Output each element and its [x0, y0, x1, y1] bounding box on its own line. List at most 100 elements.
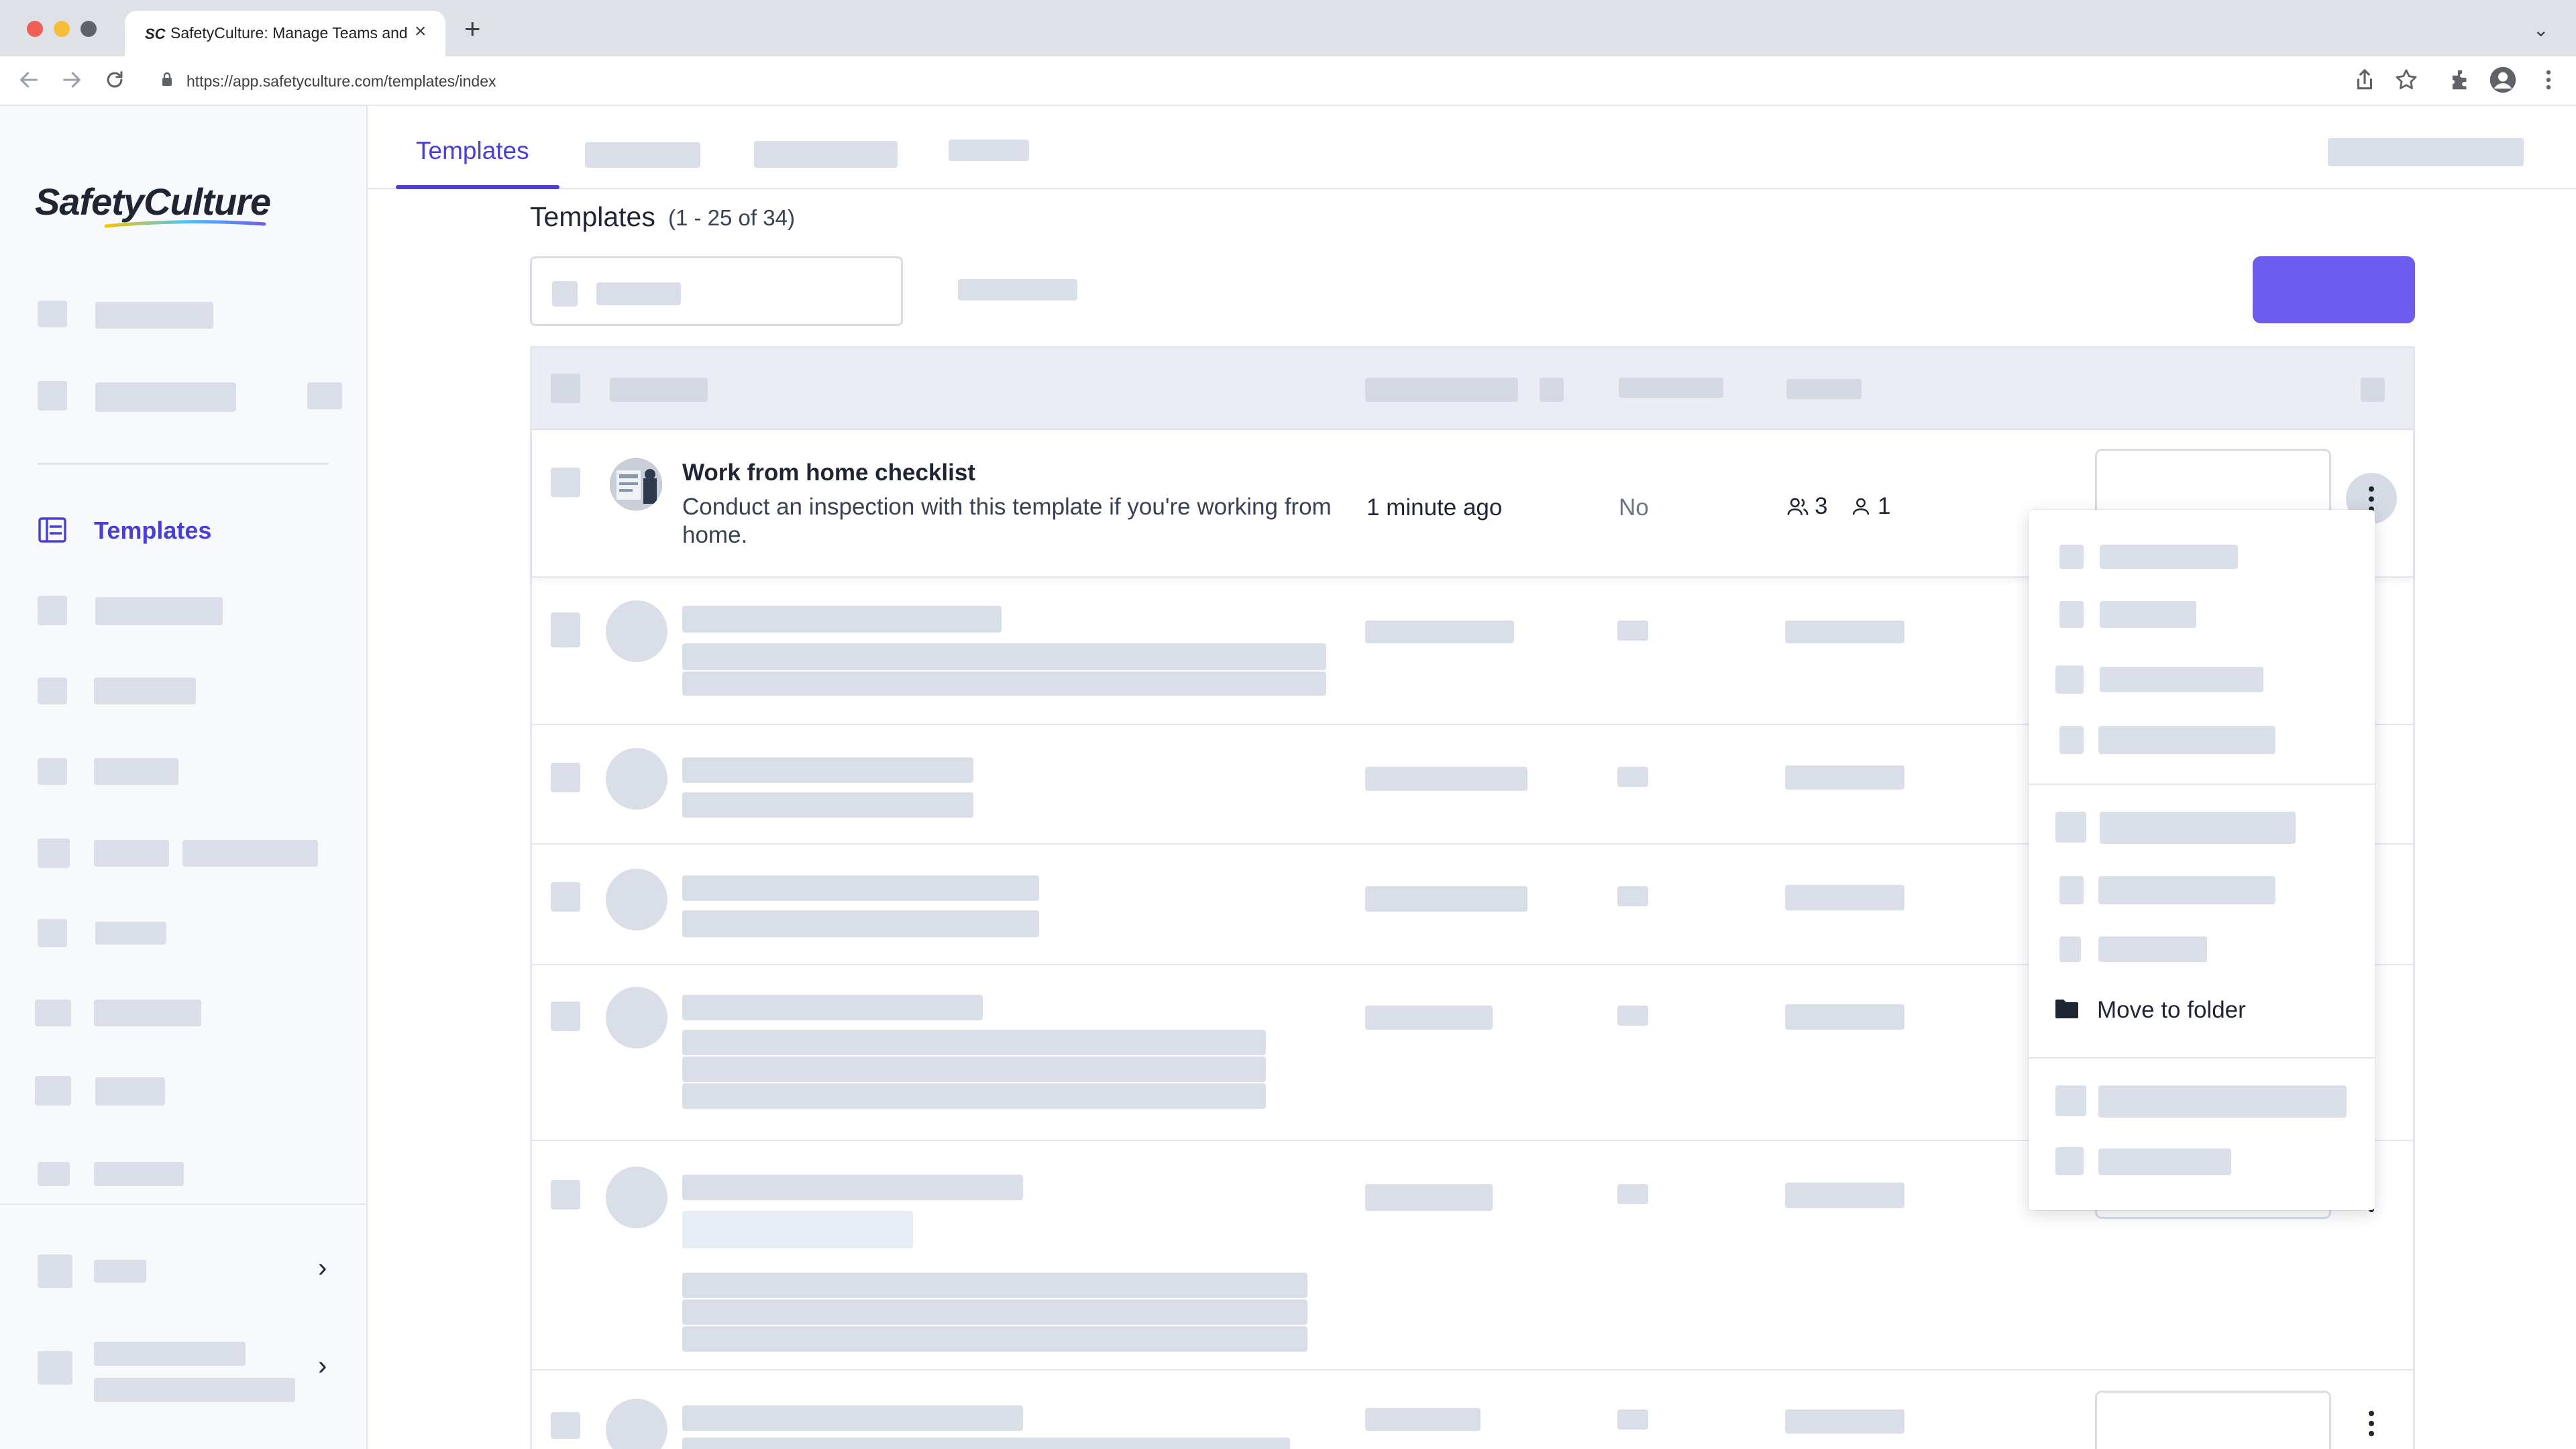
share-icon[interactable]	[2352, 67, 2377, 93]
menu-item-placeholder[interactable]	[2098, 936, 2207, 962]
text-placeholder	[1785, 1183, 1904, 1208]
title-placeholder	[682, 995, 983, 1020]
sidebar-item-label-placeholder[interactable]	[95, 597, 223, 625]
row-checkbox[interactable]	[551, 468, 580, 497]
select-all-checkbox[interactable]	[551, 374, 580, 403]
kebab-menu-icon[interactable]	[2536, 67, 2561, 93]
kebab-menu-icon[interactable]	[2369, 1411, 2374, 1441]
text-placeholder	[1617, 621, 1648, 641]
title-placeholder	[682, 1175, 1023, 1200]
avatar	[606, 1399, 667, 1449]
sort-icon[interactable]	[1540, 378, 1564, 402]
tab-search-menu-icon[interactable]: ⌄	[2533, 19, 2548, 41]
row-checkbox[interactable]	[551, 882, 580, 912]
text-placeholder	[682, 1299, 1307, 1325]
last-modified: 1 minute ago	[1366, 494, 1503, 521]
browser-tab[interactable]: SC SafetyCulture: Manage Teams and ... ×	[125, 11, 445, 56]
profile-icon[interactable]	[2489, 66, 2517, 94]
sidebar-item-label-placeholder[interactable]	[94, 678, 196, 704]
row-options-menu: Move to folder	[2029, 510, 2375, 1210]
row-checkbox[interactable]	[551, 1180, 580, 1210]
menu-item-icon-placeholder	[2055, 1147, 2084, 1175]
menu-item-icon-placeholder	[2059, 876, 2084, 904]
menu-item-placeholder[interactable]	[2098, 1085, 2347, 1118]
address-bar[interactable]: https://app.safetyculture.com/templates/…	[149, 63, 2296, 99]
text-placeholder	[1365, 886, 1527, 912]
bookmark-star-icon[interactable]	[2394, 67, 2419, 93]
row-checkbox[interactable]	[551, 1002, 580, 1031]
tag-placeholder	[682, 1211, 913, 1248]
title-placeholder	[682, 757, 973, 783]
text-placeholder	[682, 910, 1039, 937]
text-placeholder	[682, 1438, 1290, 1449]
menu-item-placeholder[interactable]	[2100, 812, 2296, 844]
sidebar-item-icon-placeholder	[38, 596, 67, 625]
tab-close-icon[interactable]: ×	[415, 20, 427, 43]
maximize-window-button[interactable]	[80, 21, 97, 37]
tab-templates[interactable]: Templates	[396, 106, 559, 189]
tab-placeholder[interactable]	[949, 140, 1029, 161]
sidebar-item-icon-placeholder	[38, 839, 70, 868]
search-input[interactable]	[530, 256, 903, 326]
group-icon	[1787, 498, 1809, 515]
tab-placeholder[interactable]	[585, 142, 700, 168]
row-action-button[interactable]	[2095, 1391, 2331, 1449]
menu-item-placeholder[interactable]	[2098, 726, 2275, 754]
text-placeholder	[682, 1273, 1307, 1298]
sidebar-item-templates[interactable]: Templates	[38, 504, 333, 553]
tab-placeholder[interactable]	[754, 141, 898, 168]
column-settings-icon[interactable]	[2361, 378, 2385, 402]
filter-button-placeholder[interactable]	[958, 279, 1077, 301]
text-placeholder	[1785, 1004, 1904, 1030]
chevron-right-icon[interactable]: ›	[318, 1254, 327, 1281]
menu-item-placeholder[interactable]	[2098, 876, 2275, 904]
new-tab-button[interactable]: +	[464, 15, 481, 43]
table-row[interactable]	[532, 1371, 2413, 1449]
row-checkbox[interactable]	[551, 763, 580, 792]
sidebar-item-icon-placeholder	[38, 301, 67, 327]
row-checkbox[interactable]	[551, 612, 580, 647]
minimize-window-button[interactable]	[54, 21, 70, 37]
move-to-folder-menu-item[interactable]: Move to folder	[2049, 989, 2357, 1030]
sidebar-item-label-placeholder[interactable]	[95, 382, 236, 412]
sidebar-item-label-placeholder[interactable]	[182, 840, 318, 867]
sidebar-item-label-placeholder[interactable]	[95, 1077, 165, 1106]
header-action-placeholder[interactable]	[2328, 138, 2524, 166]
sidebar-item-label-placeholder[interactable]	[94, 1000, 201, 1026]
menu-item-icon-placeholder	[2059, 936, 2081, 962]
chevron-right-icon[interactable]: ›	[318, 1352, 327, 1379]
column-header-placeholder[interactable]	[1619, 378, 1723, 398]
sidebar-item-label-placeholder[interactable]	[95, 302, 213, 329]
reload-icon[interactable]	[103, 68, 126, 91]
menu-item-placeholder[interactable]	[2098, 1148, 2231, 1175]
text-placeholder	[1617, 1006, 1648, 1026]
forward-arrow-icon[interactable]	[60, 68, 83, 91]
active-tab-indicator	[396, 185, 559, 189]
text-placeholder	[682, 1083, 1266, 1109]
sidebar-item-label-placeholder[interactable]	[95, 922, 166, 945]
column-header-placeholder[interactable]	[1786, 379, 1862, 399]
menu-item-placeholder[interactable]	[2100, 545, 2238, 569]
menu-item-icon-placeholder	[2059, 601, 2084, 628]
row-checkbox[interactable]	[551, 1412, 580, 1439]
menu-item-placeholder[interactable]	[2100, 667, 2263, 692]
text-placeholder	[1365, 767, 1527, 791]
close-window-button[interactable]	[27, 21, 43, 37]
sidebar-item-label-placeholder[interactable]	[94, 840, 169, 867]
menu-item-placeholder[interactable]	[2100, 601, 2196, 628]
sidebar-item-label-placeholder[interactable]	[94, 1162, 184, 1186]
column-header-placeholder[interactable]	[1365, 378, 1518, 402]
safetyculture-logo[interactable]: SafetyCulture	[35, 180, 271, 223]
avatar	[606, 748, 667, 810]
template-title[interactable]: Work from home checklist	[682, 460, 975, 486]
extensions-icon[interactable]	[2447, 67, 2473, 93]
text-placeholder	[1365, 1408, 1481, 1431]
sidebar-footer-label-placeholder[interactable]	[94, 1260, 146, 1283]
column-header-placeholder[interactable]	[610, 378, 708, 402]
sidebar-item-label-placeholder[interactable]	[94, 758, 178, 785]
back-arrow-icon[interactable]	[17, 68, 40, 91]
create-template-button[interactable]	[2253, 256, 2415, 323]
browser-tab-strip: SC SafetyCulture: Manage Teams and ... ×…	[0, 0, 2576, 56]
sidebar-footer-label-placeholder[interactable]	[94, 1342, 246, 1366]
sidebar-badge-placeholder	[307, 382, 342, 409]
